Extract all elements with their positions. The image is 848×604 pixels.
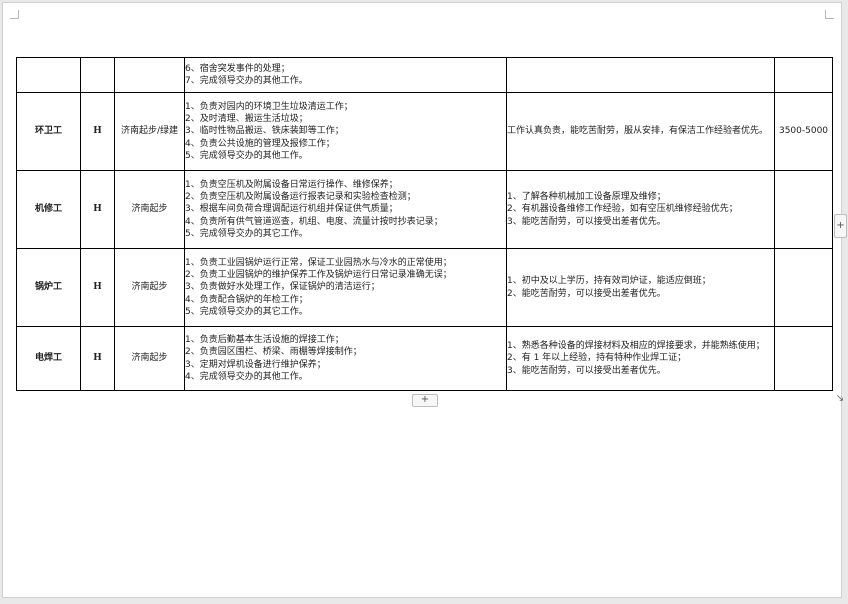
requirements-cell[interactable]: 1、熟悉各种设备的焊接材料及相应的焊接要求，并能熟练使用； 2、有 1 年以上经验… bbox=[506, 326, 775, 391]
duty-line: 3、临时性物品搬运、铁床装卸等工作； bbox=[185, 126, 344, 137]
duty-line: 3、负责做好水处理工作，保证锅炉的清洁运行； bbox=[185, 282, 380, 293]
requirement-line: 1、初中及以上学历，持有效司炉证，能适应倒班； bbox=[507, 276, 711, 287]
salary-cell[interactable] bbox=[774, 248, 833, 327]
duties-cell[interactable]: 6、宿舍突发事件的处理； 7、完成领导交办的其他工作。 bbox=[184, 57, 507, 93]
duty-line: 1、负责对园内的环境卫生垃圾清运工作； bbox=[185, 101, 353, 112]
level-cell[interactable]: H bbox=[80, 248, 115, 327]
table-row: 环卫工 H 济南起步/绿建 1、负责对园内的环境卫生垃圾清运工作； 2、及时清理、搬运生… bbox=[16, 92, 833, 171]
table-row: 机修工 H 济南起步 1、负责空压机及附属设备日常运行操作、维修保养； 2、负责空压机及… bbox=[16, 170, 833, 249]
duty-line: 4、负责公共设施的管理及报修工作； bbox=[185, 138, 335, 149]
resize-handle-icon[interactable]: ↘ bbox=[834, 393, 846, 405]
duty-line: 2、负责工业园锅炉的维护保养工作及锅炉运行日常记录准确无误； bbox=[185, 270, 452, 281]
job-table[interactable]: 6、宿舍突发事件的处理； 7、完成领导交办的其他工作。 环卫工 H 济南起步/绿建 1、负… bbox=[16, 57, 833, 391]
location-cell[interactable]: 济南起步 bbox=[114, 170, 185, 249]
position-cell[interactable] bbox=[16, 57, 81, 93]
duty-line: 4、负责配合锅炉的年检工作； bbox=[185, 294, 308, 305]
duties-cell[interactable]: 1、负责空压机及附属设备日常运行操作、维修保养； 2、负责空压机及附属设备运行报表… bbox=[184, 170, 507, 249]
position-cell[interactable]: 机修工 bbox=[16, 170, 81, 249]
level-cell[interactable] bbox=[80, 57, 115, 93]
page-corner-mark bbox=[10, 10, 19, 19]
position-cell[interactable]: 环卫工 bbox=[16, 92, 81, 171]
duty-line: 7、完成领导交办的其他工作。 bbox=[185, 76, 308, 86]
location-cell[interactable]: 济南起步 bbox=[114, 326, 185, 391]
location-cell[interactable] bbox=[114, 57, 185, 93]
table-row: 6、宿舍突发事件的处理； 7、完成领导交办的其他工作。 bbox=[16, 57, 833, 93]
duties-cell[interactable]: 1、负责对园内的环境卫生垃圾清运工作； 2、及时清理、搬运生活垃圾； 3、临时性物品… bbox=[184, 92, 507, 171]
requirement-line: 3、能吃苦耐劳，可以接受出差者优先。 bbox=[507, 365, 666, 376]
salary-cell[interactable] bbox=[774, 57, 833, 93]
salary-cell[interactable] bbox=[774, 170, 833, 249]
position-cell[interactable]: 锅炉工 bbox=[16, 248, 81, 327]
requirement-line: 工作认真负责，能吃苦耐劳，服从安排，有保洁工作经验者优先。 bbox=[507, 126, 769, 137]
level-cell[interactable]: H bbox=[80, 326, 115, 391]
page-corner-mark bbox=[825, 10, 834, 19]
duty-line: 4、负责所有供气管道巡查，机组、电度、流量计按时抄表记录； bbox=[185, 216, 443, 227]
duty-line: 5、完成领导交办的其它工作。 bbox=[185, 228, 308, 239]
duty-line: 1、负责空压机及附属设备日常运行操作、维修保养； bbox=[185, 179, 398, 190]
requirement-line: 2、有机器设备维修工作经验，如有空压机维修经验优先； bbox=[507, 204, 738, 215]
location-cell[interactable]: 济南起步/绿建 bbox=[114, 92, 185, 171]
duty-line: 5、完成领导交办的其它工作。 bbox=[185, 306, 308, 317]
level-cell[interactable]: H bbox=[80, 170, 115, 249]
duty-line: 4、完成领导交办的其他工作。 bbox=[185, 371, 308, 382]
duty-line: 1、负责后勤基本生活设施的焊接工作； bbox=[185, 334, 344, 345]
salary-cell[interactable] bbox=[774, 326, 833, 391]
duties-cell[interactable]: 1、负责后勤基本生活设施的焊接工作； 2、负责园区围栏、桥梁、雨棚等焊接制作； 3、… bbox=[184, 326, 507, 391]
requirements-cell[interactable]: 工作认真负责，能吃苦耐劳，服从安排，有保洁工作经验者优先。 bbox=[506, 92, 775, 171]
location-cell[interactable]: 济南起步 bbox=[114, 248, 185, 327]
table-row: 锅炉工 H 济南起步 1、负责工业园锅炉运行正常，保证工业园热水与冷水的正常使用； 2、… bbox=[16, 248, 833, 327]
position-cell[interactable]: 电焊工 bbox=[16, 326, 81, 391]
duty-line: 6、宿舍突发事件的处理； bbox=[185, 63, 290, 74]
requirements-cell[interactable] bbox=[506, 57, 775, 93]
requirements-cell[interactable]: 1、了解各种机械加工设备原理及维修； 2、有机器设备维修工作经验，如有空压机维修经… bbox=[506, 170, 775, 249]
requirement-line: 2、有 1 年以上经验，持有特种作业焊工证； bbox=[507, 353, 687, 364]
salary-cell[interactable]: 3500-5000 bbox=[774, 92, 833, 171]
duty-line: 2、及时清理、搬运生活垃圾； bbox=[185, 114, 308, 125]
requirements-cell[interactable]: 1、初中及以上学历，持有效司炉证，能适应倒班； 2、能吃苦耐劳，可以接受出差者优先… bbox=[506, 248, 775, 327]
add-row-button[interactable]: + bbox=[412, 394, 438, 407]
requirement-line: 1、熟悉各种设备的焊接材料及相应的焊接要求，并能熟练使用； bbox=[507, 341, 765, 352]
level-cell[interactable]: H bbox=[80, 92, 115, 171]
duty-line: 5、完成领导交办的其他工作。 bbox=[185, 150, 308, 161]
requirement-line: 2、能吃苦耐劳，可以接受出差者优先。 bbox=[507, 288, 666, 299]
duty-line: 3、定期对焊机设备进行维护保养； bbox=[185, 359, 326, 370]
duties-cell[interactable]: 1、负责工业园锅炉运行正常，保证工业园热水与冷水的正常使用； 2、负责工业园锅炉的… bbox=[184, 248, 507, 327]
duty-line: 3、根据车间负荷合理调配运行机组并保证供气质量； bbox=[185, 204, 398, 215]
duty-line: 1、负责工业园锅炉运行正常，保证工业园热水与冷水的正常使用； bbox=[185, 257, 452, 268]
duty-line: 2、负责园区围栏、桥梁、雨棚等焊接制作； bbox=[185, 347, 362, 358]
duty-line: 2、负责空压机及附属设备运行报表记录和实验检查检测； bbox=[185, 192, 416, 203]
add-column-button[interactable]: + bbox=[834, 214, 847, 238]
requirement-line: 3、能吃苦耐劳，可以接受出差者优先。 bbox=[507, 216, 666, 227]
requirement-line: 1、了解各种机械加工设备原理及维修； bbox=[507, 192, 666, 203]
job-table-body: 6、宿舍突发事件的处理； 7、完成领导交办的其他工作。 环卫工 H 济南起步/绿建 1、负… bbox=[16, 57, 833, 391]
table-row: 电焊工 H 济南起步 1、负责后勤基本生活设施的焊接工作； 2、负责园区围栏、桥梁、雨棚… bbox=[16, 326, 833, 391]
